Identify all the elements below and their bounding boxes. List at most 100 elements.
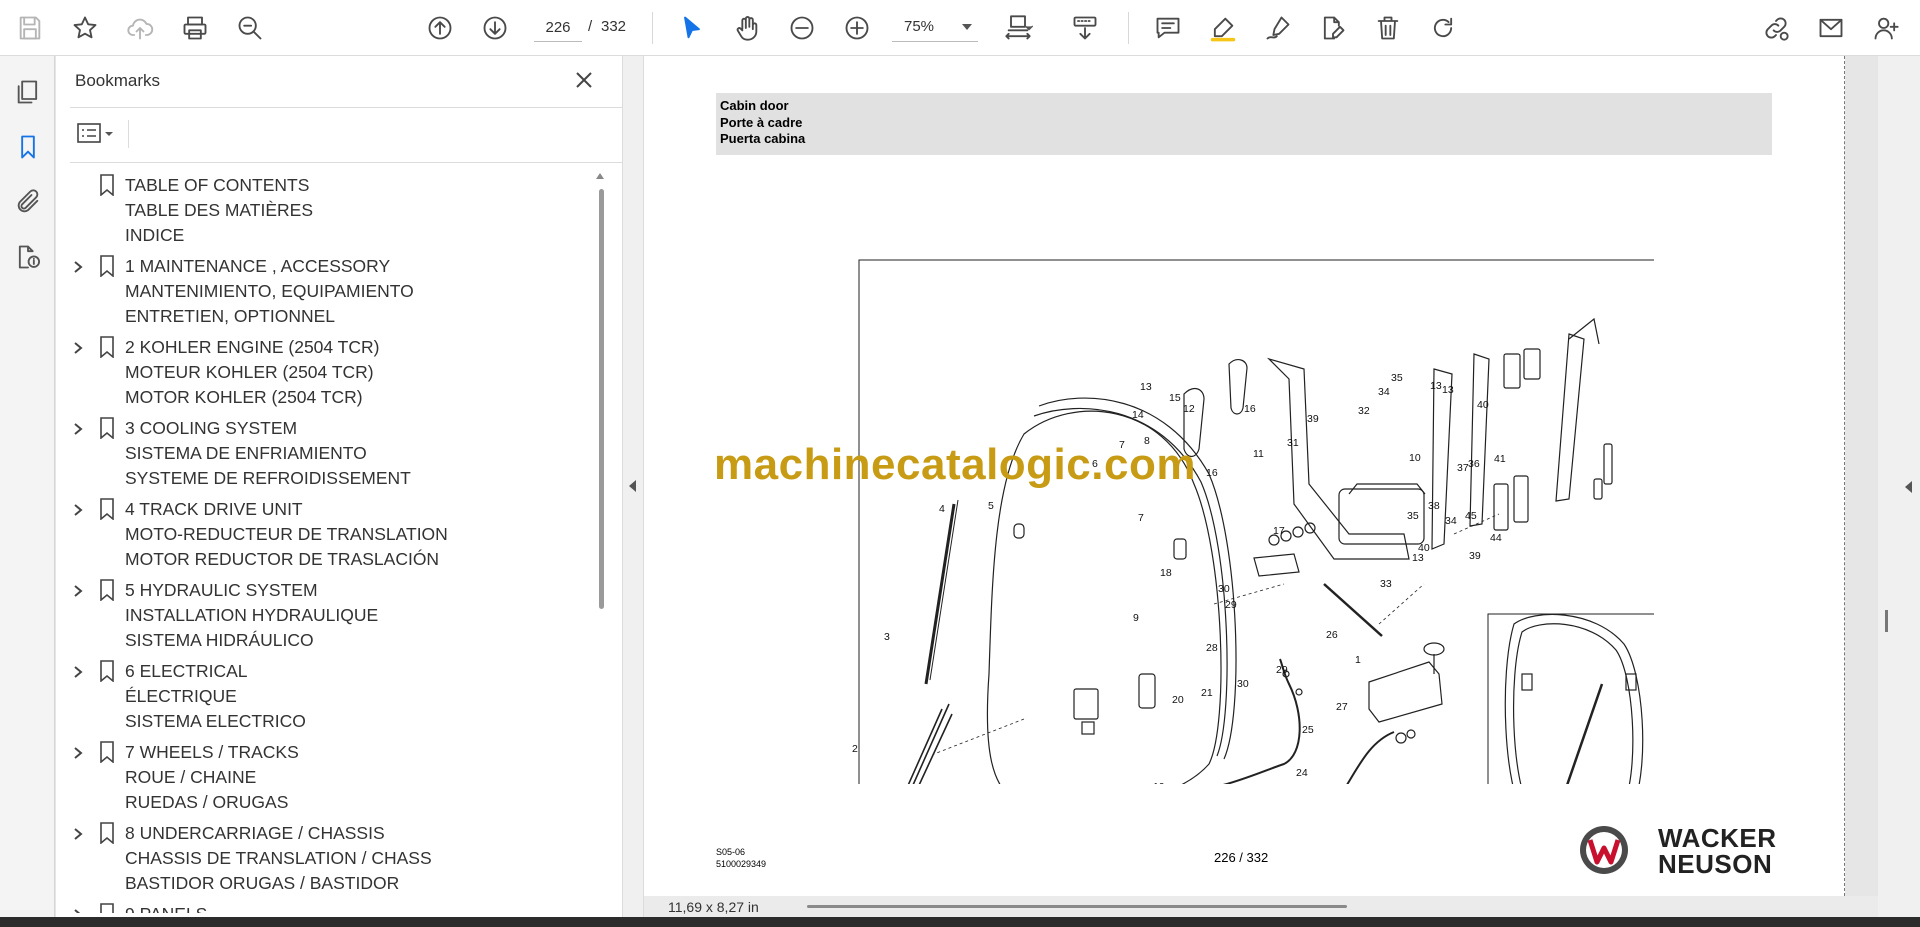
add-user-icon[interactable]	[1868, 10, 1904, 46]
part-callout-label: 9	[1133, 612, 1139, 624]
exploded-parts-diagram: 131514 12 1616117 86754133534321340393110 36…	[852, 259, 1654, 784]
bookmark-panel-icon[interactable]	[10, 129, 46, 165]
divider	[128, 120, 129, 148]
bookmark-item[interactable]: 3 COOLING SYSTEM SISTEMA DE ENFRIAMIENTO S…	[56, 416, 592, 491]
scroll-up-arrow[interactable]	[596, 173, 604, 179]
part-callout-label: 34	[1378, 386, 1390, 398]
page-number-input[interactable]	[534, 13, 582, 42]
mail-icon[interactable]	[1813, 10, 1849, 46]
close-icon[interactable]	[572, 68, 596, 92]
part-callout-label: 16	[1206, 467, 1218, 479]
next-page-icon[interactable]	[477, 10, 513, 46]
bookmark-item[interactable]: 4 TRACK DRIVE UNIT MOTO-REDUCTEUR DE TRAN…	[56, 497, 592, 572]
bookmark-label: 4 TRACK DRIVE UNIT	[125, 499, 303, 519]
part-callout-label: 3	[884, 631, 890, 643]
edit-document-icon[interactable]	[1315, 10, 1351, 46]
zoom-out-icon[interactable]	[784, 10, 820, 46]
bookmark-item[interactable]: TABLE OF CONTENTS TABLE DES MATIÈRES INDIC…	[56, 173, 592, 248]
bookmark-icon	[99, 579, 115, 602]
chevron-right-icon[interactable]	[72, 746, 84, 759]
part-callout-label: 13	[1430, 380, 1442, 392]
diagram-frame	[858, 259, 1654, 784]
page-thumbnails-icon[interactable]	[10, 74, 46, 110]
chevron-right-icon[interactable]	[72, 341, 84, 354]
bookmark-item[interactable]: 9 PANELS	[56, 902, 592, 913]
part-callout-label: 17	[1273, 525, 1285, 537]
part-callout-label: 10	[1409, 452, 1421, 464]
chevron-down-icon[interactable]	[1022, 10, 1036, 46]
highlight-pen-icon[interactable]	[1205, 10, 1241, 46]
chevron-right-icon[interactable]	[72, 584, 84, 597]
panel-splitter[interactable]	[622, 56, 644, 917]
document-properties-icon[interactable]	[10, 239, 46, 275]
zoom-in-icon[interactable]	[839, 10, 875, 46]
scroll-mode-icon[interactable]	[1067, 10, 1103, 46]
wiper-blade	[924, 503, 956, 685]
part-callout-label: 24	[1296, 767, 1308, 779]
select-cursor-icon[interactable]	[674, 10, 710, 46]
part-callout-label: 18	[1160, 567, 1172, 579]
print-icon[interactable]	[177, 10, 213, 46]
collapse-panel-arrow-icon[interactable]	[629, 480, 636, 492]
zoom-search-icon[interactable]	[232, 10, 268, 46]
zoom-select[interactable]: 75%	[892, 13, 978, 42]
bookmark-item[interactable]: 6 ELECTRICAL ÉLECTRIQUE SISTEMA ELECTRICO	[56, 659, 592, 734]
part-callout-label: 40	[1477, 399, 1489, 411]
bookmark-label: 2 KOHLER ENGINE (2504 TCR)	[125, 337, 380, 357]
washer-reservoir	[1368, 661, 1443, 723]
share-link-icon[interactable]	[1758, 10, 1794, 46]
redo-icon[interactable]	[1425, 10, 1461, 46]
horizontal-scrollbar[interactable]	[807, 905, 1347, 908]
toolbar-divider	[652, 12, 653, 44]
expand-right-panel-arrow-icon[interactable]	[1905, 481, 1912, 493]
header-title-es: Puerta cabina	[720, 131, 806, 146]
bookmark-label: INSTALLATION HYDRAULIQUE	[125, 605, 379, 625]
bookmarks-scrollbar-thumb[interactable]	[599, 189, 604, 609]
chevron-right-icon[interactable]	[72, 827, 84, 840]
bookmark-item[interactable]: 8 UNDERCARRIAGE / CHASSIS CHASSIS DE TRAN…	[56, 821, 592, 896]
bookmark-icon	[99, 741, 115, 764]
bookmark-label: SISTEMA ELECTRICO	[125, 711, 306, 731]
bookmark-label: MANTENIMIENTO, EQUIPAMIENTO	[125, 281, 414, 301]
part-callout-label: 35	[1407, 510, 1419, 522]
trash-icon[interactable]	[1370, 10, 1406, 46]
bookmark-item[interactable]: 7 WHEELS / TRACKS ROUE / CHAINE RUEDAS / O…	[56, 740, 592, 815]
bookmark-label: MOTOR REDUCTOR DE TRASLACIÓN	[125, 549, 440, 569]
hand-tool-icon[interactable]	[729, 10, 765, 46]
chevron-right-icon[interactable]	[72, 665, 84, 678]
part-callout-label: 41	[1494, 453, 1506, 465]
washer-hose-22	[1346, 731, 1395, 784]
toolbar-divider	[1128, 12, 1129, 44]
chevron-right-icon[interactable]	[72, 908, 84, 913]
save-icon[interactable]	[12, 10, 48, 46]
rod-36	[1555, 333, 1585, 502]
part-callout-label: 14	[1132, 409, 1144, 421]
part-callout-label: 16	[1244, 403, 1256, 415]
previous-page-icon[interactable]	[422, 10, 458, 46]
status-bar: 11,69 x 8,27 in	[644, 896, 1878, 917]
part-callout-label: 13	[1140, 381, 1152, 393]
brand-name-line-2: NEUSON	[1658, 849, 1773, 879]
bookmark-item[interactable]: 1 MAINTENANCE , ACCESSORY MANTENIMIENTO, …	[56, 254, 592, 329]
bookmark-icon	[99, 903, 115, 913]
vertical-scrollbar-thumb[interactable]	[1885, 610, 1888, 632]
comment-icon[interactable]	[1150, 10, 1186, 46]
attachment-icon[interactable]	[10, 184, 46, 220]
chevron-right-icon[interactable]	[72, 503, 84, 516]
bookmark-options-menu[interactable]	[76, 121, 118, 147]
bookmark-label: ENTRETIEN, OPTIONNEL	[125, 306, 336, 326]
part-callout-label: 1	[1355, 654, 1361, 666]
star-icon[interactable]	[67, 10, 103, 46]
bookmark-item[interactable]: 2 KOHLER ENGINE (2504 TCR) MOTEUR KOHLER …	[56, 335, 592, 410]
chevron-right-icon[interactable]	[72, 260, 84, 273]
document-viewport[interactable]: Cabin door Porte à cadre Puerta cabina 1…	[644, 56, 1878, 917]
divider	[70, 107, 660, 108]
draw-signature-icon[interactable]	[1260, 10, 1296, 46]
bookmark-item[interactable]: 5 HYDRAULIC SYSTEM INSTALLATION HYDRAULIQ…	[56, 578, 592, 653]
part-callout-label: 13	[1442, 384, 1454, 396]
cloud-upload-icon[interactable]	[122, 10, 158, 46]
bookmark-label: ROUE / CHAINE	[125, 767, 257, 787]
part-callout-label: 29	[1225, 599, 1237, 611]
part-callout-label: 2	[852, 743, 858, 755]
chevron-right-icon[interactable]	[72, 422, 84, 435]
